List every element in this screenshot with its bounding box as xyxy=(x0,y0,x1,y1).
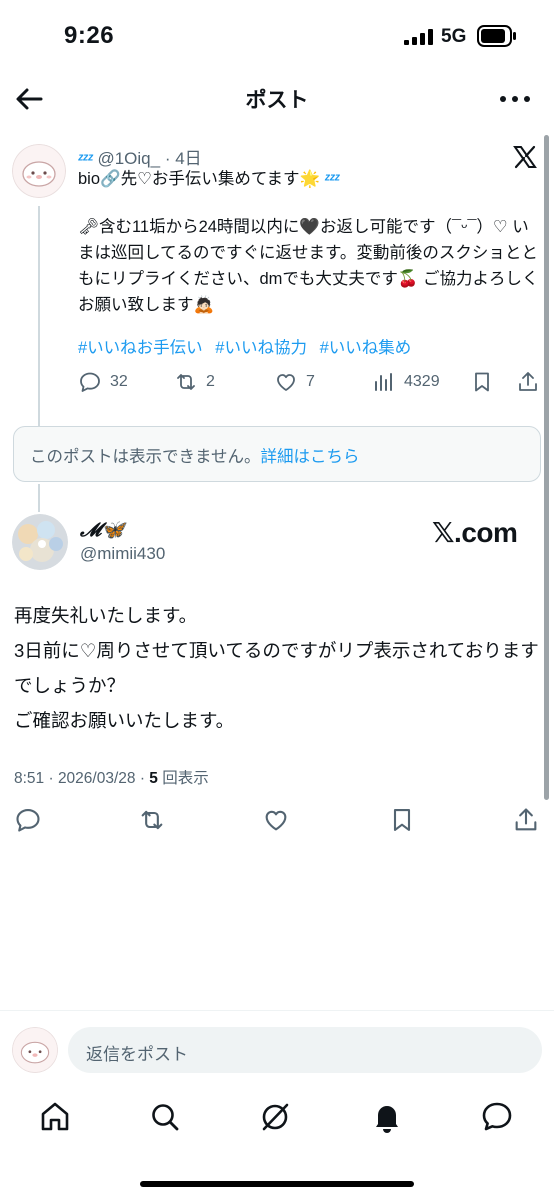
post-text-line: ご確認お願いいたします。 xyxy=(14,710,235,731)
embedded-post-bio: bio🔗先♡お手伝い集めてます🌟 ᶻᶻᶻ xyxy=(78,170,340,188)
avatar[interactable] xyxy=(12,514,68,570)
bookmark-button[interactable] xyxy=(470,370,494,394)
x-com-label: 𝕏.com xyxy=(432,517,518,548)
bottom-tab-bar xyxy=(0,1090,554,1146)
reply-button[interactable]: 32 xyxy=(78,370,128,394)
search-icon[interactable] xyxy=(148,1100,182,1134)
home-icon[interactable] xyxy=(38,1100,72,1134)
unavailable-post-notice: このポストは表示できません。詳細はこちら xyxy=(13,426,541,482)
repost-button[interactable] xyxy=(138,806,166,834)
messages-icon[interactable] xyxy=(480,1100,514,1134)
repost-button[interactable]: 2 xyxy=(174,370,215,394)
like-button[interactable] xyxy=(262,806,290,834)
view-count: 5 xyxy=(149,770,158,787)
post-timestamp: 8:51 · 2026/03/28 · xyxy=(14,770,150,787)
view-label: 回表示 xyxy=(157,770,209,787)
scrollbar[interactable] xyxy=(544,135,549,800)
avatar[interactable] xyxy=(12,144,66,198)
like-button[interactable]: 7 xyxy=(274,370,315,394)
post-meta: 8:51 · 2026/03/28 · 5 回表示 xyxy=(14,766,209,788)
embedded-post-text: 🗝含む11垢から24時間以内に🖤お返し可能です（¯ᵕ¯）♡ いまは巡回してるので… xyxy=(78,218,539,314)
x-logo-icon[interactable] xyxy=(512,144,538,170)
hashtag-link[interactable]: #いいね協力 xyxy=(215,339,307,357)
top-nav: ポスト xyxy=(0,70,554,126)
views-count: 4329 xyxy=(404,373,440,390)
signal-icon xyxy=(404,29,434,45)
page-title: ポスト xyxy=(245,89,309,112)
share-icon xyxy=(519,372,537,391)
learn-more-link[interactable]: 詳細はこちら xyxy=(261,448,360,466)
views-button[interactable]: 4329 xyxy=(372,370,440,394)
reply-icon xyxy=(16,809,40,832)
author-name[interactable]: 𝓜🦋 xyxy=(80,518,125,541)
hashtag-list: #いいねお手伝い #いいね協力 #いいね集め xyxy=(78,334,419,358)
repost-icon xyxy=(177,374,195,390)
reply-count: 32 xyxy=(110,373,128,390)
status-bar: 9:26 5G xyxy=(0,0,554,70)
avatar xyxy=(12,1027,58,1073)
reply-composer: 返信をポスト xyxy=(0,1010,554,1090)
bookmark-icon xyxy=(475,372,489,392)
battery-icon xyxy=(477,25,516,47)
hashtag-link[interactable]: #いいねお手伝い xyxy=(78,339,203,357)
post-text-line: 3日前に♡周りさせて頂いてるのですがリプ表示されておりますでしょうか？ xyxy=(14,640,539,696)
like-count: 7 xyxy=(306,373,315,390)
zzz-emoji-icon: ᶻᶻᶻ xyxy=(324,171,340,188)
unavailable-notice-text: このポストは表示できません。詳細はこちら xyxy=(30,448,360,466)
share-button[interactable] xyxy=(516,370,540,394)
hashtag-link[interactable]: #いいね集め xyxy=(320,339,412,357)
post-actions xyxy=(0,802,554,842)
author-handle[interactable]: @mimii430 xyxy=(80,544,165,564)
thread-line xyxy=(38,484,40,512)
share-icon xyxy=(515,808,537,831)
share-button[interactable] xyxy=(512,806,540,834)
reply-input[interactable]: 返信をポスト xyxy=(68,1027,542,1073)
post-text: 再度失礼いたします。 3日前に♡周りさせて頂いてるのですがリプ表示されております… xyxy=(14,598,544,738)
reply-button[interactable] xyxy=(14,806,42,834)
home-indicator xyxy=(140,1181,414,1187)
more-options-icon[interactable] xyxy=(498,84,532,114)
reply-icon xyxy=(80,372,100,392)
embedded-post-actions: 32 2 7 4329 xyxy=(0,362,554,402)
notifications-bell-icon[interactable] xyxy=(370,1100,404,1134)
status-time: 9:26 xyxy=(64,22,115,49)
heart-icon xyxy=(277,374,295,391)
repost-count: 2 xyxy=(206,373,215,390)
reply-placeholder: 返信をポスト xyxy=(86,1045,188,1064)
heart-icon xyxy=(265,810,287,831)
repost-icon xyxy=(141,810,163,830)
network-label: 5G xyxy=(441,26,467,47)
bookmark-icon xyxy=(393,809,411,831)
views-chart-icon xyxy=(375,373,392,391)
post-text-line: 再度失礼いたします。 xyxy=(14,605,198,626)
grok-icon[interactable] xyxy=(258,1100,292,1134)
bookmark-button[interactable] xyxy=(388,806,416,834)
